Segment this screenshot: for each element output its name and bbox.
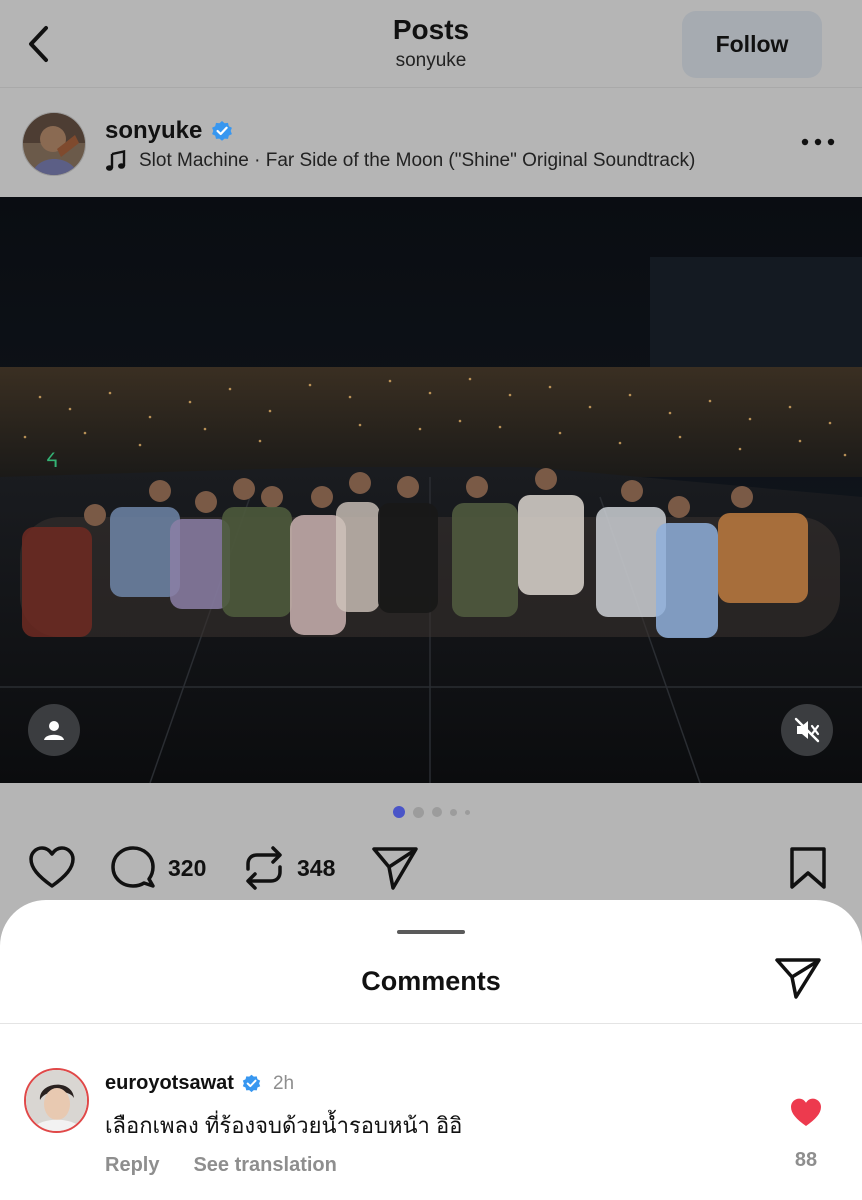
comment-item: euroyotsawat 2h เลือกเพลง ที่ร้องจบด้วยน… xyxy=(0,1060,862,1200)
commenter-avatar[interactable] xyxy=(24,1068,89,1133)
follow-button[interactable]: Follow xyxy=(682,11,822,78)
like-button[interactable] xyxy=(28,838,76,898)
author-avatar[interactable] xyxy=(22,112,86,176)
divider xyxy=(0,1023,862,1024)
music-row[interactable]: Slot Machine · Far Side of the Moon ("Sh… xyxy=(105,150,765,172)
bookmark-icon xyxy=(790,847,826,889)
commenter-username[interactable]: euroyotsawat xyxy=(105,1072,234,1095)
more-options-button[interactable] xyxy=(798,130,838,154)
comment-count: 320 xyxy=(168,854,207,881)
comment-bubble-icon xyxy=(111,846,155,888)
tagged-users-button[interactable] xyxy=(28,704,80,756)
carousel-dot xyxy=(412,806,424,818)
comments-title: Comments xyxy=(361,966,501,996)
reply-button[interactable]: Reply xyxy=(105,1154,159,1177)
post-header: sonyuke Slot Machine · Far Side of the M… xyxy=(0,90,862,197)
post-photo[interactable]: ᔦ xyxy=(0,197,862,783)
carousel-dot xyxy=(431,807,442,817)
carousel-indicator xyxy=(0,806,862,818)
heart-filled-icon xyxy=(791,1098,821,1126)
person-icon xyxy=(44,721,64,740)
author-username[interactable]: sonyuke xyxy=(105,117,202,145)
carousel-dot xyxy=(464,809,470,815)
music-note-icon xyxy=(106,150,126,171)
more-horizontal-icon xyxy=(801,138,835,146)
comment-actions: Reply See translation xyxy=(105,1154,337,1177)
comment-button[interactable]: 320 xyxy=(110,838,206,898)
speaker-muted-icon xyxy=(794,717,820,743)
top-bar: Posts sonyuke Follow xyxy=(0,0,862,88)
comments-sheet: Comments euroyotsawat 2h เลือกเพลง ที่ร้… xyxy=(0,900,862,1200)
author-row: sonyuke xyxy=(105,117,234,145)
comment-timestamp: 2h xyxy=(272,1072,295,1094)
comment-header: euroyotsawat 2h xyxy=(105,1072,294,1095)
share-post-button[interactable] xyxy=(371,838,419,898)
repost-count: 348 xyxy=(297,854,336,881)
sheet-drag-handle[interactable] xyxy=(397,930,465,934)
carousel-dot xyxy=(449,808,457,816)
comment-like-count: 88 xyxy=(794,1149,818,1171)
music-title: Slot Machine · Far Side of the Moon ("Sh… xyxy=(139,150,696,171)
see-translation-button[interactable]: See translation xyxy=(193,1154,336,1177)
send-icon xyxy=(372,847,418,890)
comment-text: เลือกเพลง ที่ร้องจบด้วยน้ำรอบหน้า อิอิ xyxy=(105,1113,463,1138)
carousel-dot xyxy=(392,806,405,818)
comment-like-button[interactable] xyxy=(788,1096,824,1130)
verified-badge-icon xyxy=(242,1074,261,1093)
send-icon xyxy=(775,958,821,999)
commenter-avatar-image xyxy=(26,1070,87,1131)
author-avatar-image xyxy=(23,113,85,175)
heart-outline-icon xyxy=(29,846,75,888)
save-button[interactable] xyxy=(788,838,828,898)
svg-text:ᔦ: ᔦ xyxy=(46,448,59,472)
concert-stage-photo: ᔦ xyxy=(0,197,862,783)
post-actions: 320 348 xyxy=(0,838,862,898)
verified-badge-icon xyxy=(212,121,233,141)
mute-button[interactable] xyxy=(781,704,833,756)
repost-icon xyxy=(246,846,282,890)
repost-button[interactable]: 348 xyxy=(243,838,335,898)
share-comments-button[interactable] xyxy=(772,954,824,1002)
